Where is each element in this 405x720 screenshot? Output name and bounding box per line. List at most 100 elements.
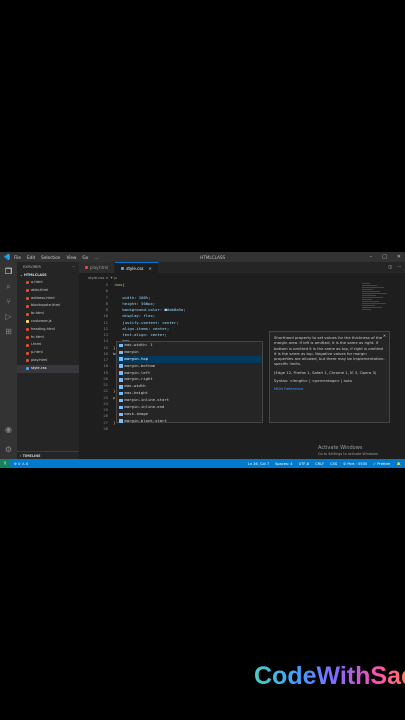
line-number: 23 <box>103 394 108 400</box>
file-item[interactable]: heading.html <box>17 326 79 334</box>
suggestion-item[interactable]: max-width: 1 <box>117 342 262 349</box>
maximize-icon[interactable]: □ <box>382 254 387 260</box>
file-item[interactable]: p.html <box>17 349 79 357</box>
tab-play-html[interactable]: play.html <box>79 262 116 273</box>
vscode-logo-icon <box>3 253 10 261</box>
file-name: i.html <box>31 342 42 347</box>
menu-item[interactable]: File <box>14 255 21 260</box>
close-icon[interactable]: ✕ <box>383 333 386 338</box>
minimap[interactable] <box>362 282 390 322</box>
source-control-icon[interactable]: ⑂ <box>4 297 14 307</box>
line-ending[interactable]: CRLF <box>315 462 324 466</box>
explorer-sidebar: EXPLORER ··· ⌄ HTMLCLASS a.html abbr.html a… <box>17 262 79 459</box>
live-server-port[interactable]: ⊘ Port : 5500 <box>343 462 367 466</box>
property-icon <box>119 378 123 382</box>
property-icon <box>119 364 123 368</box>
line-number: 11 <box>103 319 108 325</box>
vscode-window: File Edit Selection View Go... HTMLCLASS – □… <box>0 252 405 468</box>
menu-item[interactable]: Go <box>82 255 88 260</box>
more-actions-icon[interactable]: ··· <box>397 264 401 269</box>
notifications-icon[interactable]: 🔔 <box>397 462 401 466</box>
suggestion-label: margin-inline-start <box>124 397 170 403</box>
code-line: align-items: center; <box>113 325 170 331</box>
file-item[interactable]: blockquote.html <box>17 302 79 310</box>
minimize-icon[interactable]: – <box>370 254 373 260</box>
suggestion-item[interactable]: margin-inline-start <box>117 397 262 404</box>
property-icon <box>119 385 123 389</box>
problems-indicator[interactable]: ⊗ 0 ⚠ 0 <box>14 462 28 466</box>
menu-item[interactable]: Selection <box>41 255 60 260</box>
run-debug-icon[interactable]: ▷ <box>4 312 14 322</box>
encoding[interactable]: UTF-8 <box>299 462 309 466</box>
suggestion-item[interactable]: margin-bottom <box>117 363 262 370</box>
code-line: width: 100%; <box>113 294 151 300</box>
property-icon <box>119 405 123 410</box>
file-item[interactable]: style.css <box>17 364 79 373</box>
file-item[interactable]: hr.html <box>17 334 79 342</box>
close-tab-icon[interactable]: ✕ <box>149 266 152 271</box>
channel-watermark: CodeWithSad <box>254 662 405 691</box>
prettier-status[interactable]: ✓ Prettier <box>373 462 390 466</box>
suggestion-label: margin-block-start <box>124 417 167 423</box>
line-number: 8 <box>105 300 108 306</box>
docs-description: Shorthand property to set values for the… <box>274 335 385 367</box>
more-icon[interactable]: ··· <box>72 262 75 272</box>
file-name: play.html <box>31 357 48 362</box>
split-editor-icon[interactable]: ◫ <box>388 264 392 269</box>
suggestion-item[interactable]: margin-left <box>117 370 262 377</box>
suggestion-item[interactable]: margin <box>117 349 262 356</box>
tab-style-css[interactable]: style.css ✕ <box>115 262 159 273</box>
indentation[interactable]: Spaces: 4 <box>275 462 292 466</box>
tab-label: play.html <box>90 265 109 270</box>
line-number: 26 <box>103 413 108 419</box>
suggestion-label: max-width <box>124 383 146 389</box>
mdn-reference-link[interactable]: MDN Reference <box>274 386 385 391</box>
minimap-line <box>362 308 371 310</box>
suggestion-item[interactable]: max-width <box>117 383 262 390</box>
close-icon[interactable]: ✕ <box>397 254 401 260</box>
menu-item[interactable]: View <box>66 255 76 260</box>
file-item[interactable]: abbr.html <box>17 287 79 295</box>
extensions-icon[interactable]: ⊞ <box>4 327 14 337</box>
line-number: 25 <box>103 407 108 412</box>
property-icon <box>119 391 123 396</box>
folder-header[interactable]: ⌄ HTMLCLASS <box>17 272 79 279</box>
code-line: } <box>113 344 116 350</box>
file-type-icon <box>26 343 29 347</box>
file-item[interactable]: customer.js <box>17 318 79 326</box>
code-line: display: flex; <box>113 313 156 319</box>
suggestion-item[interactable]: margin-right <box>117 376 262 383</box>
code-line: .box{ <box>113 282 125 287</box>
menu-item[interactable]: Edit <box>27 255 35 260</box>
suggestion-item[interactable]: margin-inline-end <box>117 404 262 411</box>
file-item[interactable]: play.html <box>17 357 79 365</box>
suggestion-item[interactable]: margin-top <box>117 355 262 363</box>
cursor-position[interactable]: Ln 26, Col 7 <box>248 462 269 466</box>
line-number: 17 <box>103 357 108 362</box>
status-bar: ⟩⟨ ⊗ 0 ⚠ 0 Ln 26, Col 7 Spaces: 4 UTF-8 … <box>0 459 405 468</box>
file-type-icon <box>26 312 29 316</box>
gear-icon[interactable]: ⚙ <box>4 445 14 455</box>
file-name: abbr.html <box>31 287 49 292</box>
breadcrumb[interactable]: style.css > ✦ p <box>88 275 117 280</box>
window-title: HTMLCLASS <box>200 254 226 260</box>
autocomplete-list[interactable]: max-width: 1 margin margin-top margin-botto… <box>116 341 263 423</box>
suggestion-item[interactable]: max-height <box>117 390 262 397</box>
account-icon[interactable]: ◉ <box>4 425 14 435</box>
line-number: 24 <box>103 400 108 406</box>
code-line: justify-content: center; <box>113 319 179 325</box>
search-icon[interactable]: ⌕ <box>4 282 14 292</box>
file-item[interactable]: a.html <box>17 279 79 287</box>
file-item[interactable]: br.html <box>17 310 79 318</box>
suggestion-item[interactable]: margin-block-start <box>117 418 262 425</box>
file-name: address.html <box>31 295 55 300</box>
language-mode[interactable]: CSS <box>330 462 337 466</box>
timeline-section[interactable]: › TIMELINE <box>17 451 79 459</box>
suggestion-item[interactable]: mask-image <box>117 411 262 418</box>
suggestion-label: margin-inline-end <box>124 404 165 410</box>
menu-item[interactable]: ... <box>94 255 98 260</box>
explorer-icon[interactable]: ❐ <box>4 267 14 277</box>
file-item[interactable]: address.html <box>17 295 79 303</box>
file-item[interactable]: i.html <box>17 341 79 349</box>
remote-icon[interactable]: ⟩⟨ <box>0 459 10 468</box>
